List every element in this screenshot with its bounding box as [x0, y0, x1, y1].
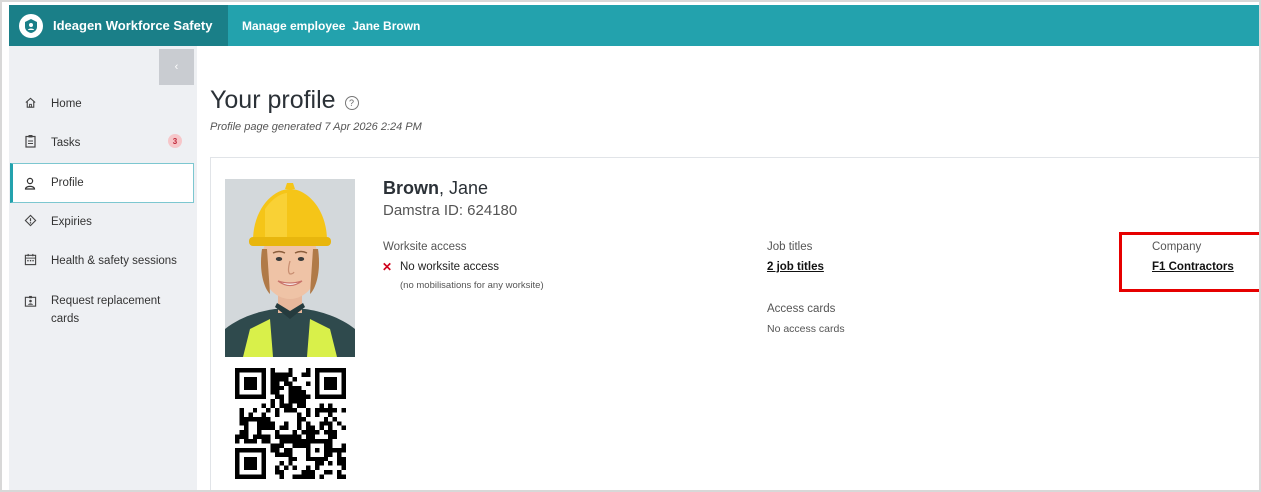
top-bar: Ideagen Workforce Safety Manage employee… — [9, 5, 1259, 46]
profile-photo — [225, 179, 355, 357]
worksite-access-value: No worksite access — [400, 261, 500, 273]
sidebar-item-expiries[interactable]: Expiries — [11, 213, 193, 231]
generated-timestamp: Profile page generated 7 Apr 2026 2:24 P… — [210, 121, 422, 133]
brand-logo-icon — [19, 13, 43, 38]
worksite-access-note: (no mobilisations for any worksite) — [400, 280, 544, 291]
company-highlight-box — [1119, 232, 1259, 292]
qr-code — [235, 368, 346, 479]
sidebar-item-health-safety-sessions[interactable]: Health & safety sessions — [11, 252, 193, 270]
cross-icon: ✕ — [382, 260, 393, 274]
access-cards-value: No access cards — [767, 323, 845, 335]
sidebar-item-label: Home — [51, 98, 82, 110]
page-title-text: Your profile — [210, 86, 336, 114]
sidebar-item-tasks[interactable]: Tasks 3 — [11, 134, 193, 152]
user-icon — [23, 176, 37, 190]
diamond-warning-icon — [23, 213, 37, 227]
employee-last-name: Brown — [383, 178, 439, 198]
clipboard-icon — [23, 134, 37, 148]
job-titles-link[interactable]: 2 job titles — [767, 261, 824, 273]
worksite-access-label: Worksite access — [383, 241, 467, 253]
breadcrumb-employee-name: Jane Brown — [352, 18, 421, 33]
home-icon — [23, 95, 37, 109]
sidebar-item-label: Health & safety sessions — [51, 255, 177, 267]
sidebar-item-label: Profile — [51, 177, 84, 189]
job-titles-label: Job titles — [767, 241, 813, 253]
page-title: Your profile ? — [210, 86, 359, 115]
sidebar-item-profile[interactable]: Profile — [10, 163, 194, 203]
app-frame: Ideagen Workforce Safety Manage employee… — [0, 0, 1261, 492]
breadcrumb-section: Manage employee — [242, 18, 346, 33]
help-icon[interactable]: ? — [344, 95, 359, 110]
collapse-sidebar-button[interactable]: ‹ — [159, 49, 194, 85]
id-card-icon — [23, 294, 37, 308]
sidebar-item-request-replacement-cards[interactable]: Request replacement cards — [11, 292, 193, 328]
breadcrumb: Manage employee Jane Brown — [242, 5, 420, 46]
app-title: Ideagen Workforce Safety — [53, 18, 213, 33]
brand[interactable]: Ideagen Workforce Safety — [9, 5, 228, 46]
sidebar-item-label: Expiries — [51, 216, 92, 228]
profile-card — [210, 157, 1259, 490]
employee-name: Brown, Jane — [383, 178, 489, 198]
employee-first-name: Jane — [449, 178, 489, 198]
tasks-count-badge: 3 — [168, 134, 182, 148]
sidebar-item-home[interactable]: Home — [11, 95, 193, 113]
damstra-id: Damstra ID: 624180 — [383, 202, 518, 219]
sidebar-item-label: Tasks — [51, 137, 81, 149]
sidebar-item-label: Request replacement cards — [51, 295, 161, 325]
calendar-icon — [23, 252, 37, 266]
chevron-left-icon: ‹ — [174, 61, 179, 73]
access-cards-label: Access cards — [767, 303, 836, 315]
